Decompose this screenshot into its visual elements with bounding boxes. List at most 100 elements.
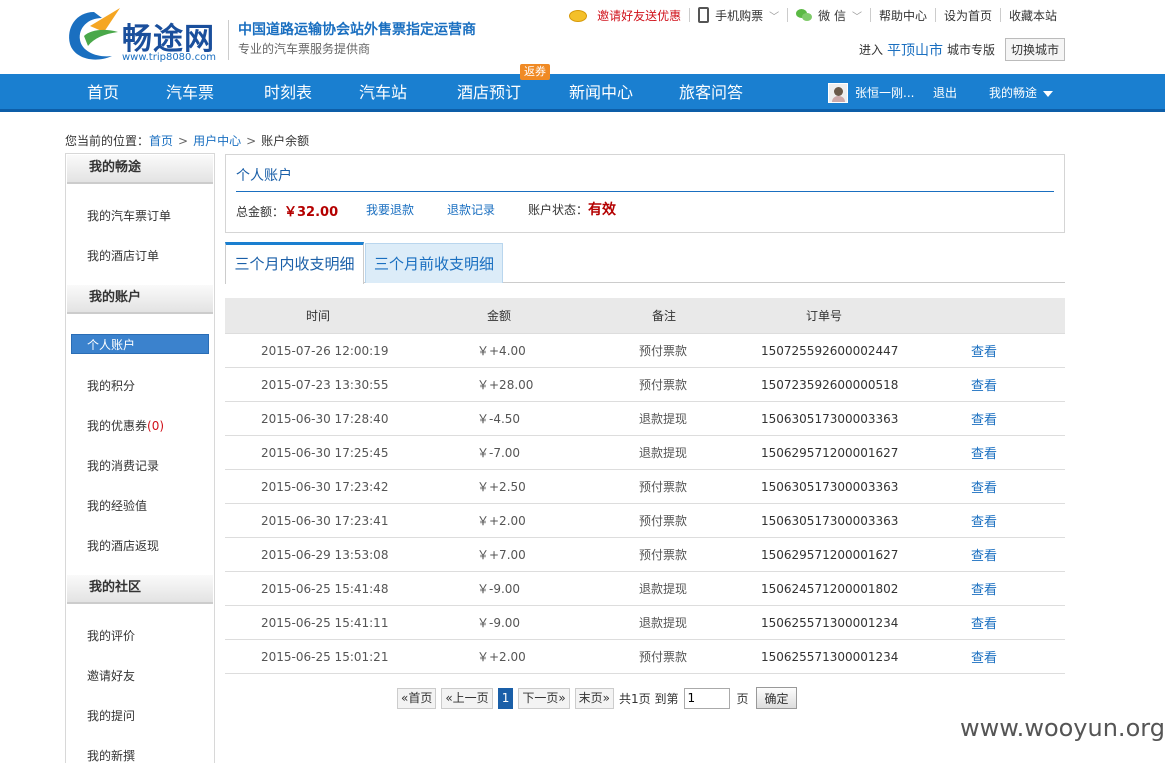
cell-amount: ￥+4.00	[477, 344, 526, 358]
set-homepage-link[interactable]: 设为首页	[936, 8, 1000, 23]
site-header: 畅途网 www.trip8080.com 中国道路运输协会站外售票指定运营商 专…	[0, 0, 1165, 74]
confirm-page-button[interactable]: 确定	[756, 687, 797, 709]
avatar[interactable]	[828, 83, 848, 103]
view-link[interactable]: 查看	[971, 606, 997, 639]
sidebar-item-reviews[interactable]: 我的评价	[87, 627, 135, 644]
col-time: 时间	[306, 309, 331, 323]
top-links: 邀请好友送优惠 手机购票 ﹀ 微 信 ﹀ 帮助中心 设为首页 收藏本站	[561, 4, 1065, 26]
cell-order-number: 150630517300003363	[761, 479, 899, 494]
nav-home[interactable]: 首页	[87, 74, 119, 112]
cell-time: 2015-07-26 12:00:19	[261, 343, 389, 358]
refund-record-link[interactable]: 退款记录	[447, 201, 495, 218]
cell-order-number: 150723592600000518	[761, 377, 899, 392]
next-page-button[interactable]: 下一页»	[518, 687, 570, 709]
cell-time: 2015-06-25 15:01:21	[261, 649, 389, 664]
cell-amount: ￥-4.50	[477, 412, 521, 426]
sidebar-item-bus-orders[interactable]: 我的汽车票订单	[87, 207, 171, 224]
cashback-badge: 返券	[520, 64, 550, 80]
sidebar-item-invite[interactable]: 邀请好友	[87, 667, 135, 684]
nav-qa[interactable]: 旅客问答	[679, 74, 743, 112]
view-link[interactable]: 查看	[971, 640, 997, 673]
caret-down-icon	[1043, 90, 1054, 97]
cell-note: 退款提现	[639, 582, 688, 596]
tab-recent-3-months[interactable]: 三个月内收支明细	[225, 242, 364, 284]
cell-time: 2015-06-30 17:23:41	[261, 513, 389, 528]
prev-page-button[interactable]: «上一页	[441, 687, 493, 709]
sidebar-item-hotel-cashback[interactable]: 我的酒店返现	[87, 537, 159, 554]
slogan: 中国道路运输协会站外售票指定运营商 专业的汽车票服务提供商	[228, 20, 476, 60]
sidebar-item-new[interactable]: 我的新撰	[87, 747, 135, 764]
view-link[interactable]: 查看	[971, 402, 997, 435]
cell-order-number: 150624571200001802	[761, 581, 899, 596]
site-logo[interactable]: 畅途网 www.trip8080.com	[64, 4, 220, 64]
table-row: 2015-06-29 13:53:08 ￥+7.00 预付票款 15062957120…	[225, 538, 1065, 572]
breadcrumb-user-center[interactable]: 用户中心	[193, 134, 241, 148]
switch-city-button[interactable]: 切换城市	[1004, 38, 1065, 61]
city-selector: 进入 平顶山市 城市专版 切换城市	[859, 38, 1065, 61]
main-nav: 首页 汽车票 时刻表 汽车站 酒店预订 返券 新闻中心 旅客问答 张恒一刚...…	[0, 64, 1165, 112]
account-status-value: 有效	[588, 202, 617, 218]
cell-order-number: 150630517300003363	[761, 411, 899, 426]
sidebar-item-personal-account[interactable]: 个人账户	[71, 334, 209, 354]
first-page-button[interactable]: «首页	[397, 687, 437, 709]
logout-link[interactable]: 退出	[933, 74, 957, 112]
sidebar-item-coupons[interactable]: 我的优惠券(0)	[87, 417, 164, 434]
total-amount-value: ￥32.00	[284, 205, 339, 220]
page-number-input[interactable]	[684, 687, 731, 709]
account-title: 个人账户	[236, 168, 292, 184]
cell-time: 2015-06-25 15:41:11	[261, 615, 389, 630]
account-summary: 个人账户 总金额：￥32.00 我要退款 退款记录 账户状态：有效	[225, 154, 1065, 233]
view-link[interactable]: 查看	[971, 334, 997, 367]
cell-amount: ￥+28.00	[477, 378, 534, 392]
view-link[interactable]: 查看	[971, 572, 997, 605]
cell-note: 预付票款	[639, 514, 688, 528]
breadcrumb: 您当前的位置：首页 > 用户中心 > 账户余额	[65, 134, 310, 148]
tab-before-3-months[interactable]: 三个月前收支明细	[365, 243, 503, 283]
watermark: www.wooyun.org	[960, 714, 1165, 742]
nav-bus-tickets[interactable]: 汽车票	[166, 74, 214, 112]
my-account-menu[interactable]: 我的畅途	[989, 74, 1054, 112]
refund-link[interactable]: 我要退款	[366, 201, 414, 218]
last-page-button[interactable]: 末页»	[574, 687, 615, 709]
coupon-count: (0)	[147, 419, 165, 433]
sidebar-item-points[interactable]: 我的积分	[87, 377, 135, 394]
help-center-link[interactable]: 帮助中心	[871, 8, 935, 23]
view-link[interactable]: 查看	[971, 538, 997, 571]
slogan-sub: 专业的汽车票服务提供商	[238, 42, 371, 56]
view-link[interactable]: 查看	[971, 504, 997, 537]
sidebar-item-experience[interactable]: 我的经验值	[87, 497, 147, 514]
mobile-ticket-link[interactable]: 手机购票 ﹀	[690, 7, 787, 23]
nav-news[interactable]: 新闻中心	[569, 74, 633, 112]
wechat-icon	[796, 8, 814, 22]
cell-amount: ￥-9.00	[477, 582, 521, 596]
table-row: 2015-06-30 17:28:40 ￥-4.50 退款提现 15063051730…	[225, 402, 1065, 436]
favorite-link[interactable]: 收藏本站	[1001, 8, 1065, 23]
col-amount: 金额	[487, 309, 512, 323]
wechat-link[interactable]: 微 信 ﹀	[788, 8, 870, 23]
cell-order-number: 150725592600002447	[761, 343, 899, 358]
table-row: 2015-07-23 13:30:55 ￥+28.00 预付票款 1507235926…	[225, 368, 1065, 402]
user-name-link[interactable]: 张恒一刚...	[855, 74, 914, 112]
cell-time: 2015-07-23 13:30:55	[261, 377, 389, 392]
sidebar-item-spending[interactable]: 我的消费记录	[87, 457, 159, 474]
cell-amount: ￥+2.00	[477, 514, 526, 528]
nav-stations[interactable]: 汽车站	[359, 74, 407, 112]
nav-hotel[interactable]: 酒店预订	[457, 74, 521, 112]
cell-amount: ￥+2.50	[477, 480, 526, 494]
city-name-link[interactable]: 平顶山市	[887, 40, 943, 60]
breadcrumb-home[interactable]: 首页	[149, 134, 173, 148]
nav-timetable[interactable]: 时刻表	[264, 74, 312, 112]
invite-link[interactable]: 邀请好友送优惠	[561, 8, 689, 23]
cell-order-number: 150629571200001627	[761, 445, 899, 460]
view-link[interactable]: 查看	[971, 470, 997, 503]
view-link[interactable]: 查看	[971, 436, 997, 469]
view-link[interactable]: 查看	[971, 368, 997, 401]
sidebar-item-questions[interactable]: 我的提问	[87, 707, 135, 724]
cell-note: 退款提现	[639, 616, 688, 630]
slogan-main: 中国道路运输协会站外售票指定运营商	[238, 22, 476, 38]
cell-note: 预付票款	[639, 344, 688, 358]
cell-note: 预付票款	[639, 480, 688, 494]
transactions-table: 时间 金额 备注 订单号 2015-07-26 12:00:19 ￥+4.00 预付…	[225, 298, 1065, 674]
sidebar-item-hotel-orders[interactable]: 我的酒店订单	[87, 247, 159, 264]
cell-note: 预付票款	[639, 650, 688, 664]
